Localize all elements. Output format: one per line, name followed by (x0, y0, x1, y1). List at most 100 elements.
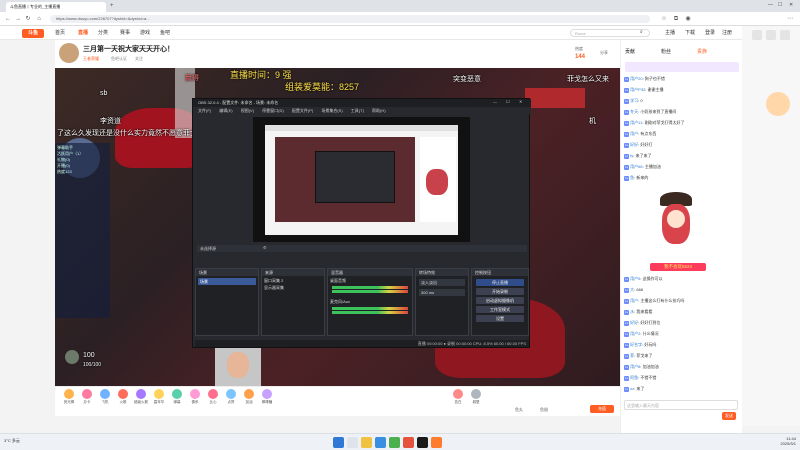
obs-minimize-icon[interactable]: — (493, 99, 497, 104)
chat-username[interactable]: 阿鱼 (630, 375, 638, 380)
browser-icon[interactable] (403, 437, 414, 448)
obs-window[interactable]: OBS 32.0.4 - 配置文件: 未命名 - 场景: 未命名 — ☐ ✕ 文… (192, 98, 531, 348)
menu-icon[interactable]: ⋯ (786, 15, 794, 23)
header-download[interactable]: 下载 (685, 29, 695, 37)
minimize-icon[interactable]: — (768, 2, 773, 8)
message-icon[interactable] (780, 30, 790, 40)
home-icon[interactable]: ⌂ (35, 15, 43, 23)
chat-username[interactable]: 学习 (630, 98, 638, 103)
chat-username[interactable]: 用户8 (630, 364, 640, 369)
promo-mascot[interactable] (766, 92, 790, 116)
profile-icon[interactable]: ◉ (684, 15, 692, 23)
gift-8[interactable]: 比心 (205, 389, 221, 405)
share-button[interactable]: 分享 (600, 50, 608, 56)
chat-username[interactable]: 用户11 (630, 120, 642, 125)
source-item-0[interactable]: 窗口采集 2 (264, 278, 322, 284)
chat-tab-noble[interactable]: 贵族 (697, 48, 707, 55)
gift-13[interactable]: 城堡 (468, 389, 484, 405)
virtual-camera-button[interactable]: 启动虚拟摄像机 (476, 297, 524, 304)
gift-4[interactable]: 超级火箭 (133, 389, 149, 405)
obs-properties-icon[interactable]: ⚙ (263, 245, 267, 250)
douyu-logo[interactable]: 斗鱼 (22, 29, 44, 38)
gift-10[interactable]: 加油 (241, 389, 257, 405)
new-tab-icon[interactable]: + (110, 3, 114, 9)
obs-menu-tools[interactable]: 工具(T) (351, 108, 364, 113)
gift-6[interactable]: 弹幕 (169, 389, 185, 405)
maximize-icon[interactable]: ☐ (778, 2, 782, 8)
chat-username[interactable]: 用户2 (630, 331, 640, 336)
star-icon[interactable]: ☆ (660, 15, 668, 23)
obs-menu-help[interactable]: 帮助(H) (372, 108, 386, 113)
obs-menu-edit[interactable]: 编辑(E) (219, 108, 232, 113)
weather-widget[interactable]: 3°C 多云 (4, 438, 20, 444)
recharge-button[interactable]: 充值 (590, 405, 614, 413)
scene-item[interactable]: 场景 (198, 278, 256, 285)
chat-tab-fans[interactable]: 粉丝 (661, 48, 671, 55)
gift-12[interactable]: 告白 (450, 389, 466, 405)
header-anchor[interactable]: 主播 (665, 29, 675, 37)
nav-games[interactable]: 游戏 (140, 29, 150, 37)
history-icon[interactable] (752, 30, 762, 40)
header-login[interactable]: 登录 (705, 29, 715, 37)
file-explorer-icon[interactable] (361, 437, 372, 448)
send-button[interactable]: 发送 (722, 412, 736, 420)
gift-1[interactable]: 办卡 (79, 389, 95, 405)
nav-live[interactable]: 直播 (78, 29, 88, 37)
obs-menu-scene-collection[interactable]: 场景集合(S) (321, 108, 342, 113)
source-item-1[interactable]: 显示器采集 (264, 285, 322, 291)
chat-username[interactable]: 用户66 (630, 164, 642, 169)
forward-icon[interactable]: → (14, 15, 22, 23)
search-icon[interactable]: ⌕ (640, 29, 643, 35)
obs-preview[interactable] (253, 117, 470, 242)
obs-close-icon[interactable]: ✕ (519, 99, 522, 104)
refresh-icon[interactable]: ↻ (24, 15, 32, 23)
nav-category[interactable]: 分类 (98, 29, 108, 37)
chat-input[interactable]: 这里输入聊天内容 (624, 400, 738, 410)
tab-active[interactable]: 斗鱼直播丨专业的_主播直播 (6, 2, 106, 12)
chat-username[interactable]: 冬天 (630, 109, 638, 114)
gift-2[interactable]: 飞机 (97, 389, 113, 405)
douyu-app-icon[interactable] (431, 437, 442, 448)
chat-username[interactable]: 好好 (630, 320, 638, 325)
gift-3[interactable]: 火箭 (115, 389, 131, 405)
room-follow[interactable]: 关注 (135, 56, 143, 62)
transition-duration[interactable]: 300 ms (419, 289, 465, 296)
start-icon[interactable] (333, 437, 344, 448)
search-taskbar-icon[interactable] (347, 437, 358, 448)
obs-maximize-icon[interactable]: ☐ (506, 99, 510, 104)
obs-menu-docks[interactable]: 停靠窗口(D) (262, 108, 284, 113)
chat-username[interactable]: 用户20 (630, 76, 642, 81)
start-record-button[interactable]: 开始录制 (476, 288, 524, 295)
gift-5[interactable]: 嘉年华 (151, 389, 167, 405)
chat-username[interactable]: 好名字 (630, 342, 642, 347)
chat-username[interactable]: 用户5 (630, 276, 640, 281)
back-icon[interactable]: ← (4, 15, 12, 23)
chat-username[interactable]: 用户 (630, 131, 638, 136)
gift-11[interactable]: 棒棒糖 (259, 389, 275, 405)
obs-menu-profile[interactable]: 配置文件(P) (292, 108, 313, 113)
follow-icon[interactable] (766, 30, 776, 40)
chat-username[interactable]: 用户 (630, 298, 638, 303)
gift-9[interactable]: 点赞 (223, 389, 239, 405)
wechat-icon[interactable] (389, 437, 400, 448)
gift-0[interactable]: 荧光棒 (61, 389, 77, 405)
close-icon[interactable]: ✕ (789, 2, 793, 8)
obs-icon[interactable] (417, 437, 428, 448)
clock[interactable]: 11:44 2025/3/1 (770, 436, 796, 446)
settings-button[interactable]: 设置 (476, 315, 524, 322)
url-input[interactable]: https://www.douyu.com/226707?dyshid=&dys… (50, 15, 650, 23)
chat-username[interactable]: 用户P32 (630, 87, 645, 92)
chat-tab-contribution[interactable]: 贡献 (625, 48, 635, 55)
nav-home[interactable]: 首页 (55, 29, 65, 37)
edge-icon[interactable] (375, 437, 386, 448)
search-input[interactable]: Rome (570, 29, 650, 37)
room-category[interactable]: 王者荣耀 (83, 56, 99, 62)
extensions-icon[interactable]: ⧉ (672, 15, 680, 23)
stop-stream-button[interactable]: 停止直播 (476, 279, 524, 286)
nav-yuba[interactable]: 鱼吧 (160, 29, 170, 37)
transition-select[interactable]: 淡入淡出 (419, 279, 465, 286)
gift-7[interactable]: 佛系 (187, 389, 203, 405)
studio-mode-button[interactable]: 工作室模式 (476, 306, 524, 313)
chat-username[interactable]: 好好 (630, 142, 638, 147)
obs-menu-view[interactable]: 视图(V) (241, 108, 254, 113)
